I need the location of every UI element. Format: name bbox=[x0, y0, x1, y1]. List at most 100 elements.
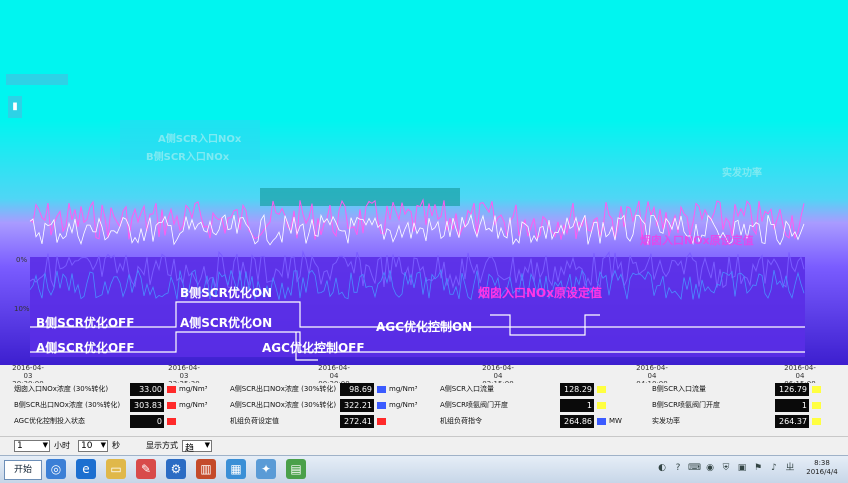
panel-cell: 实发功率 264.37 bbox=[652, 415, 848, 429]
trend-chart[interactable]: A侧SCR入口NOx B侧SCR入口NOx 实发功率 烟囱入口NOx原设定值 B… bbox=[0, 120, 848, 365]
cell-value: 98.69 bbox=[340, 383, 374, 396]
system-clock[interactable]: 8:38 2016/4/4 bbox=[800, 459, 844, 477]
chart-app-icon[interactable]: ▥ bbox=[196, 459, 216, 479]
a-inlet-nox-label: A侧SCR入口NOx bbox=[158, 134, 242, 145]
window-icon[interactable]: ▦ bbox=[226, 459, 246, 479]
b-scr-off-label: B侧SCR优化OFF bbox=[36, 316, 135, 330]
cell-unit: mg/Nm³ bbox=[389, 385, 418, 393]
color-swatch bbox=[597, 418, 606, 425]
network-icon[interactable]: ◉ bbox=[704, 462, 716, 474]
y-tick: 10% bbox=[14, 305, 30, 313]
b-scr-on-label: B侧SCR优化ON bbox=[180, 286, 273, 300]
step-select[interactable]: 10 ▼ bbox=[78, 440, 108, 452]
color-swatch bbox=[812, 386, 821, 393]
monitor-icon[interactable]: ▣ bbox=[736, 462, 748, 474]
panel-cell: A侧SCR喷氨阀门开度 1 bbox=[440, 399, 650, 413]
cell-label: B侧SCR入口流量 bbox=[652, 385, 706, 393]
cell-label: A侧SCR喷氨阀门开度 bbox=[440, 401, 508, 409]
settings-icon[interactable]: ⚙ bbox=[166, 459, 186, 479]
color-swatch bbox=[167, 402, 176, 409]
cell-label: 实发功率 bbox=[652, 417, 680, 425]
panel-cell: B侧SCR喷氨阀门开度 1 bbox=[652, 399, 848, 413]
side-panel-icon[interactable]: ▮ bbox=[8, 96, 22, 118]
panel-cell: A侧SCR入口流量 128.29 bbox=[440, 383, 650, 397]
step-unit-label: 秒 bbox=[112, 441, 120, 450]
b-inlet-nox-label: B侧SCR入口NOx bbox=[146, 152, 230, 163]
cell-value: 128.29 bbox=[560, 383, 594, 396]
taskbar: 开始 ◎ e ▭ ✎ ⚙ ▥ ▦ ✦ ▤ ◐ ? ⌨ ◉ ⛨ ▣ ⚑ ♪ ㄓ 8… bbox=[0, 455, 848, 483]
shield-icon[interactable]: ⛨ bbox=[720, 462, 732, 474]
cell-label: A侧SCR出口NOx浓度 (30%转化) bbox=[230, 401, 336, 409]
x-tick-date: 2016-04-03 bbox=[12, 364, 44, 380]
color-swatch bbox=[377, 418, 386, 425]
cell-value: 322.21 bbox=[340, 399, 374, 412]
cell-label: B侧SCR喷氨阀门开度 bbox=[652, 401, 720, 409]
volume-icon[interactable]: ♪ bbox=[768, 462, 780, 474]
x-tick-date: 2016-04-04 bbox=[784, 364, 816, 380]
flag-icon[interactable]: ⚑ bbox=[752, 462, 764, 474]
help-icon[interactable]: ? bbox=[672, 462, 684, 474]
tool-icon[interactable]: ✎ bbox=[136, 459, 156, 479]
x-tick-date: 2016-04-03 bbox=[168, 364, 200, 380]
x-tick-date: 2016-04-04 bbox=[482, 364, 514, 380]
cell-value: 272.41 bbox=[340, 415, 374, 428]
panel-cell: 烟囱入口NOx浓度 (30%转化) 33.00 mg/Nm³ bbox=[14, 383, 224, 397]
chimney-nox-label: 烟囱入口NOx原设定值 bbox=[478, 286, 602, 300]
color-swatch bbox=[812, 418, 821, 425]
color-swatch bbox=[597, 402, 606, 409]
cell-value: 264.86 bbox=[560, 415, 594, 428]
folder-icon[interactable]: ▭ bbox=[106, 459, 126, 479]
clock-time: 8:38 bbox=[814, 459, 830, 467]
y-tick: 0% bbox=[16, 256, 28, 264]
panel-cell: B侧SCR入口流量 126.79 bbox=[652, 383, 848, 397]
cell-label: A侧SCR入口流量 bbox=[440, 385, 494, 393]
browser-icon[interactable]: ◎ bbox=[46, 459, 66, 479]
paint-icon[interactable]: ✦ bbox=[256, 459, 276, 479]
chart-band bbox=[30, 257, 805, 357]
period-unit-label: 小时 bbox=[54, 441, 70, 450]
cell-value: 33.00 bbox=[130, 383, 164, 396]
x-tick-date: 2016-04-04 bbox=[636, 364, 668, 380]
panel-row: 烟囱入口NOx浓度 (30%转化) 33.00 mg/Nm³ A侧SCR出口NOx浓度… bbox=[0, 383, 848, 399]
cell-label: A侧SCR出口NOx浓度 (30%转化) bbox=[230, 385, 336, 393]
x-tick-date: 2016-04-04 bbox=[318, 364, 350, 380]
scada-trend-window: ▮ A侧SCR入口NOx B侧SCR入口NOx 实发功率 烟囱入口NOx原设定值… bbox=[0, 0, 848, 483]
spreadsheet-icon[interactable]: ▤ bbox=[286, 459, 306, 479]
cell-label: 机组负荷设定值 bbox=[230, 417, 279, 425]
cell-unit: mg/Nm³ bbox=[179, 385, 208, 393]
cell-value: 1 bbox=[560, 399, 594, 412]
ie-icon[interactable]: e bbox=[76, 459, 96, 479]
cell-value: 0 bbox=[130, 415, 164, 428]
panel-cell: A侧SCR出口NOx浓度 (30%转化) 322.21 mg/Nm³ bbox=[230, 399, 440, 413]
app-tag bbox=[6, 74, 68, 85]
trend-controls: 1▼ 小时 10▼ 秒 显示方式 趋势▼ bbox=[0, 436, 848, 467]
mode-label: 显示方式 bbox=[146, 441, 178, 450]
cell-unit: MW bbox=[609, 417, 622, 425]
cell-label: AGC优化控制投入状态 bbox=[14, 417, 85, 425]
keyboard-icon[interactable]: ⌨ bbox=[688, 462, 701, 474]
color-swatch bbox=[812, 402, 821, 409]
panel-cell: B侧SCR出口NOx浓度 (30%转化) 303.83 mg/Nm³ bbox=[14, 399, 224, 413]
panel-cell: 机组负荷指令 264.86 MW bbox=[440, 415, 650, 429]
cell-value: 1 bbox=[775, 399, 809, 412]
cell-unit: mg/Nm³ bbox=[179, 401, 208, 409]
tray-icon[interactable]: ◐ bbox=[656, 462, 668, 474]
start-button[interactable]: 开始 bbox=[4, 460, 42, 480]
chevron-down-icon: ▼ bbox=[42, 441, 48, 449]
input-method-icon[interactable]: ㄓ bbox=[784, 462, 796, 474]
a-scr-on-label: A侧SCR优化ON bbox=[180, 316, 273, 330]
cell-label: 烟囱入口NOx浓度 (30%转化) bbox=[14, 385, 109, 393]
mode-select[interactable]: 趋势▼ bbox=[182, 440, 212, 467]
period-select[interactable]: 1 ▼ bbox=[14, 440, 50, 452]
clock-date: 2016/4/4 bbox=[806, 468, 838, 476]
cell-label: 机组负荷指令 bbox=[440, 417, 482, 425]
color-swatch bbox=[597, 386, 606, 393]
panel-cell: AGC优化控制投入状态 0 bbox=[14, 415, 224, 429]
agc-off-label: AGC优化控制OFF bbox=[262, 341, 365, 355]
color-swatch bbox=[377, 386, 386, 393]
a-scr-off-label: A侧SCR优化OFF bbox=[36, 341, 135, 355]
panel-cell: 机组负荷设定值 272.41 bbox=[230, 415, 440, 429]
cell-unit: mg/Nm³ bbox=[389, 401, 418, 409]
actual-power-label: 实发功率 bbox=[722, 168, 762, 179]
cell-value: 303.83 bbox=[130, 399, 164, 412]
